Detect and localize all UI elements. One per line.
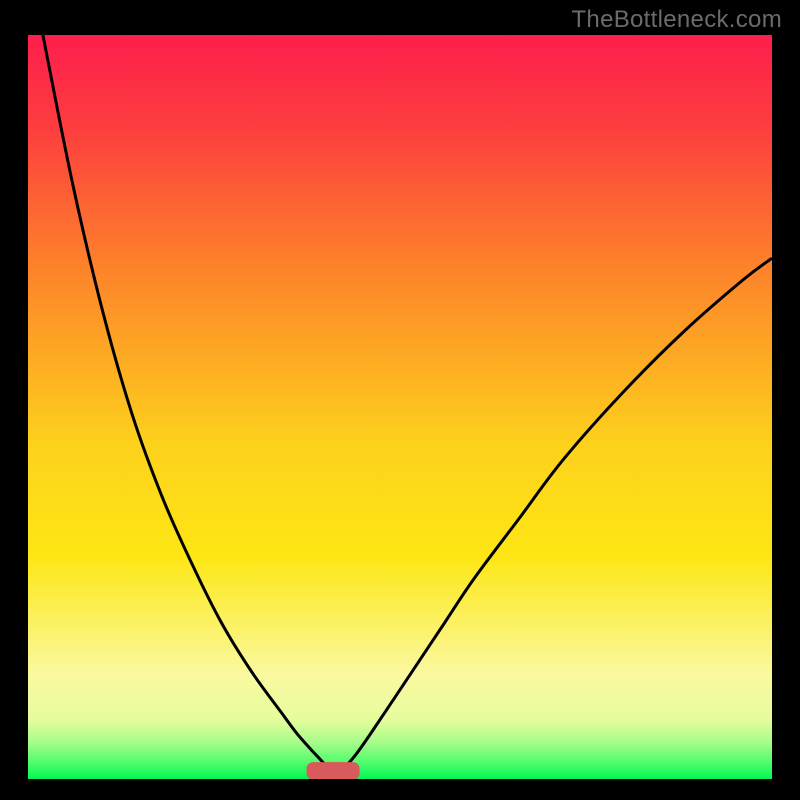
chart-frame: TheBottleneck.com: [0, 0, 800, 800]
watermark-text: TheBottleneck.com: [571, 6, 782, 34]
optimal-marker: [307, 763, 359, 779]
plot-area: [28, 35, 772, 779]
plot-svg: [28, 35, 772, 779]
gradient-background: [28, 35, 772, 779]
